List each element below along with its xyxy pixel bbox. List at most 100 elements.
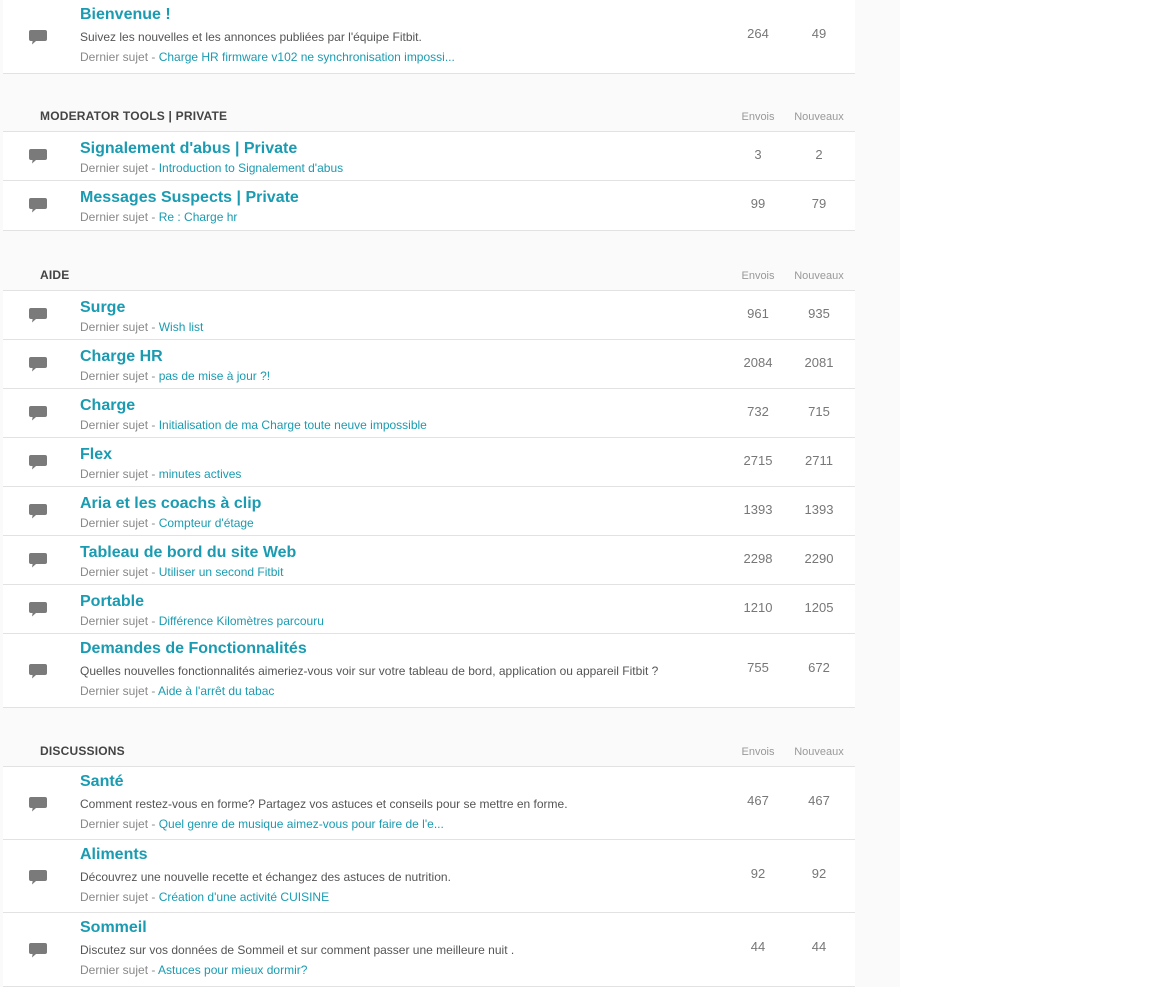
latest-topic: Dernier sujet - Compteur d'étage xyxy=(80,516,254,530)
board-section-top: Bienvenue ! Suivez les nouvelles et les a… xyxy=(3,0,855,74)
latest-topic: Dernier sujet - Charge HR firmware v102 … xyxy=(80,50,455,64)
column-header-nouveaux: Nouveaux xyxy=(794,270,844,282)
board-description: Discutez sur vos données de Sommeil et s… xyxy=(80,943,515,957)
nouveaux-count: 49 xyxy=(811,26,827,41)
board-title-link[interactable]: Messages Suspects | Private xyxy=(80,189,299,207)
nouveaux-count: 2711 xyxy=(805,453,833,468)
board-description: Comment restez-vous en forme? Partagez v… xyxy=(80,797,568,811)
section-title: AIDE xyxy=(40,268,70,282)
board-title-link[interactable]: Flex xyxy=(80,446,112,464)
nouveaux-count: 467 xyxy=(808,793,830,808)
nouveaux-count: 935 xyxy=(808,306,830,321)
section-title: DISCUSSIONS xyxy=(40,744,125,758)
nouveaux-count: 92 xyxy=(811,866,827,881)
speech-bubble-icon xyxy=(29,664,47,679)
board-section-aide: Surge Dernier sujet - Wish list 961 935 Char… xyxy=(3,290,855,708)
board-title-link[interactable]: Surge xyxy=(80,299,125,317)
envois-count: 44 xyxy=(750,939,766,954)
column-header-envois: Envois xyxy=(741,746,775,758)
nouveaux-count: 1393 xyxy=(804,502,834,517)
latest-topic-prefix: Dernier sujet - xyxy=(80,50,159,64)
latest-topic: Dernier sujet - Wish list xyxy=(80,320,203,334)
speech-bubble-icon xyxy=(29,357,47,372)
section-header-aide: AIDE Envois Nouveaux xyxy=(3,268,855,288)
envois-count: 732 xyxy=(747,404,769,419)
envois-count: 467 xyxy=(747,793,769,808)
latest-topic-link[interactable]: Différence Kilomètres parcouru xyxy=(159,614,324,628)
latest-topic-prefix: Dernier sujet - xyxy=(80,369,159,383)
board-row[interactable]: Signalement d'abus | Private Dernier suje… xyxy=(3,131,855,181)
board-title-link[interactable]: Charge HR xyxy=(80,348,163,366)
board-row[interactable]: Aria et les coachs à clip Dernier sujet -… xyxy=(3,486,855,536)
board-title-link[interactable]: Sommeil xyxy=(80,919,147,937)
board-title-link[interactable]: Aliments xyxy=(80,846,148,864)
nouveaux-count: 672 xyxy=(808,660,830,675)
envois-count: 99 xyxy=(750,196,766,211)
board-title-link[interactable]: Portable xyxy=(80,593,144,611)
latest-topic-prefix: Dernier sujet - xyxy=(80,565,159,579)
column-header-nouveaux: Nouveaux xyxy=(794,746,844,758)
speech-bubble-icon xyxy=(29,870,47,885)
board-title-link[interactable]: Charge xyxy=(80,397,135,415)
latest-topic-link[interactable]: Wish list xyxy=(159,320,204,334)
board-row[interactable]: Messages Suspects | Private Dernier sujet… xyxy=(3,180,855,231)
nouveaux-count: 44 xyxy=(811,939,827,954)
section-header-discussions: DISCUSSIONS Envois Nouveaux xyxy=(3,744,855,764)
latest-topic-link[interactable]: Quel genre de musique aimez-vous pour fa… xyxy=(159,817,444,831)
board-row[interactable]: Surge Dernier sujet - Wish list 961 935 xyxy=(3,290,855,340)
board-section-moderator: Signalement d'abus | Private Dernier suje… xyxy=(3,131,855,231)
latest-topic: Dernier sujet - Re : Charge hr xyxy=(80,210,237,224)
latest-topic-prefix: Dernier sujet - xyxy=(80,467,159,481)
board-description: Découvrez une nouvelle recette et échang… xyxy=(80,870,451,884)
latest-topic-prefix: Dernier sujet - xyxy=(80,161,159,175)
board-row[interactable]: Demandes de Fonctionnalités Quelles nouve… xyxy=(3,633,855,708)
envois-count: 3 xyxy=(754,147,762,162)
board-title-link[interactable]: Tableau de bord du site Web xyxy=(80,544,296,562)
speech-bubble-icon xyxy=(29,797,47,812)
board-row[interactable]: Bienvenue ! Suivez les nouvelles et les a… xyxy=(3,0,855,74)
envois-count: 1393 xyxy=(743,502,773,517)
envois-count: 2298 xyxy=(743,551,773,566)
envois-count: 961 xyxy=(747,306,769,321)
speech-bubble-icon xyxy=(29,30,47,45)
nouveaux-count: 2290 xyxy=(804,551,834,566)
board-title-link[interactable]: Santé xyxy=(80,773,124,791)
nouveaux-count: 1205 xyxy=(804,600,834,615)
board-row[interactable]: Charge Dernier sujet - Initialisation de … xyxy=(3,388,855,438)
speech-bubble-icon xyxy=(29,406,47,421)
section-header-moderator: MODERATOR TOOLS | PRIVATE Envois Nouveaux xyxy=(3,109,855,129)
speech-bubble-icon xyxy=(29,455,47,470)
speech-bubble-icon xyxy=(29,198,47,213)
board-title-link[interactable]: Signalement d'abus | Private xyxy=(80,140,297,158)
latest-topic: Dernier sujet - Introduction to Signalem… xyxy=(80,161,343,175)
board-row[interactable]: Charge HR Dernier sujet - pas de mise à j… xyxy=(3,339,855,389)
latest-topic-prefix: Dernier sujet - xyxy=(80,963,159,977)
column-header-envois: Envois xyxy=(741,270,775,282)
latest-topic-prefix: Dernier sujet - xyxy=(80,210,159,224)
latest-topic-link[interactable]: Introduction to Signalement d'abus xyxy=(159,161,343,175)
latest-topic-link[interactable]: Création d'une activité CUISINE xyxy=(159,890,329,904)
latest-topic-link[interactable]: Utiliser un second Fitbit xyxy=(159,565,284,579)
envois-count: 1210 xyxy=(743,600,773,615)
latest-topic-link[interactable]: Compteur d'étage xyxy=(159,516,254,530)
latest-topic-link[interactable]: pas de mise à jour ?! xyxy=(159,369,270,383)
latest-topic-link[interactable]: Astuces pour mieux dormir? xyxy=(158,963,307,977)
board-title-link[interactable]: Aria et les coachs à clip xyxy=(80,495,261,513)
board-row[interactable]: Santé Comment restez-vous en forme? Parta… xyxy=(3,766,855,840)
latest-topic-link[interactable]: Aide à l'arrêt du tabac xyxy=(158,684,274,698)
latest-topic-link[interactable]: Charge HR firmware v102 ne synchronisati… xyxy=(159,50,455,64)
board-row[interactable]: Flex Dernier sujet - minutes actives 2715 2… xyxy=(3,437,855,487)
column-header-nouveaux: Nouveaux xyxy=(794,111,844,123)
board-row[interactable]: Sommeil Discutez sur vos données de Somme… xyxy=(3,912,855,987)
latest-topic-link[interactable]: minutes actives xyxy=(159,467,242,481)
latest-topic-prefix: Dernier sujet - xyxy=(80,516,159,530)
section-title: MODERATOR TOOLS | PRIVATE xyxy=(40,109,228,123)
board-row[interactable]: Aliments Découvrez une nouvelle recette e… xyxy=(3,839,855,913)
board-title-link[interactable]: Demandes de Fonctionnalités xyxy=(80,640,307,658)
board-row[interactable]: Tableau de bord du site Web Dernier sujet… xyxy=(3,535,855,585)
latest-topic-link[interactable]: Re : Charge hr xyxy=(159,210,238,224)
board-title-link[interactable]: Bienvenue ! xyxy=(80,6,171,24)
board-row[interactable]: Portable Dernier sujet - Différence Kilom… xyxy=(3,584,855,634)
nouveaux-count: 2081 xyxy=(804,355,834,370)
latest-topic-link[interactable]: Initialisation de ma Charge toute neuve … xyxy=(159,418,427,432)
